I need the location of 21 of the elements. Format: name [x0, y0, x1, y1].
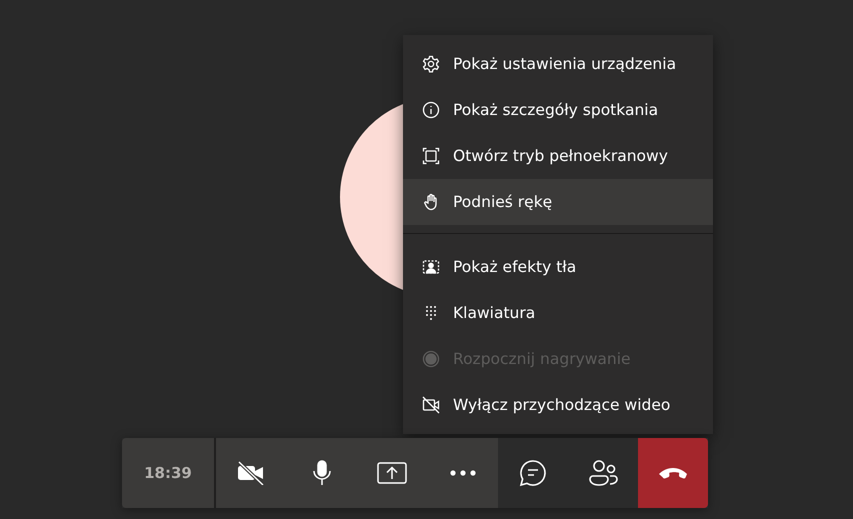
menu-item[interactable]: Podnieś rękę: [403, 179, 713, 225]
record-icon: [421, 349, 441, 369]
camera-off-icon: [236, 461, 266, 485]
menu-item[interactable]: Otwórz tryb pełnoekranowy: [403, 133, 713, 179]
info-icon: [421, 100, 441, 120]
people-icon: [588, 459, 618, 487]
phone-hang-up-icon: [658, 467, 688, 479]
menu-item[interactable]: Klawiatura: [403, 290, 713, 336]
fullscreen-icon: [421, 146, 441, 166]
gear-icon: [421, 54, 441, 74]
microphone-icon: [312, 460, 332, 486]
menu-item[interactable]: Pokaż efekty tła: [403, 244, 713, 290]
call-duration: 18:39: [122, 438, 216, 508]
more-icon: [450, 470, 476, 476]
menu-item[interactable]: Wyłącz przychodzące wideo: [403, 382, 713, 428]
chat-icon: [518, 458, 548, 488]
menu-item[interactable]: Pokaż szczegóły spotkania: [403, 87, 713, 133]
hang-up-button[interactable]: [638, 438, 708, 508]
menu-item[interactable]: Pokaż ustawienia urządzenia: [403, 41, 713, 87]
share-screen-icon: [377, 462, 408, 484]
video-off-icon: [421, 395, 441, 415]
